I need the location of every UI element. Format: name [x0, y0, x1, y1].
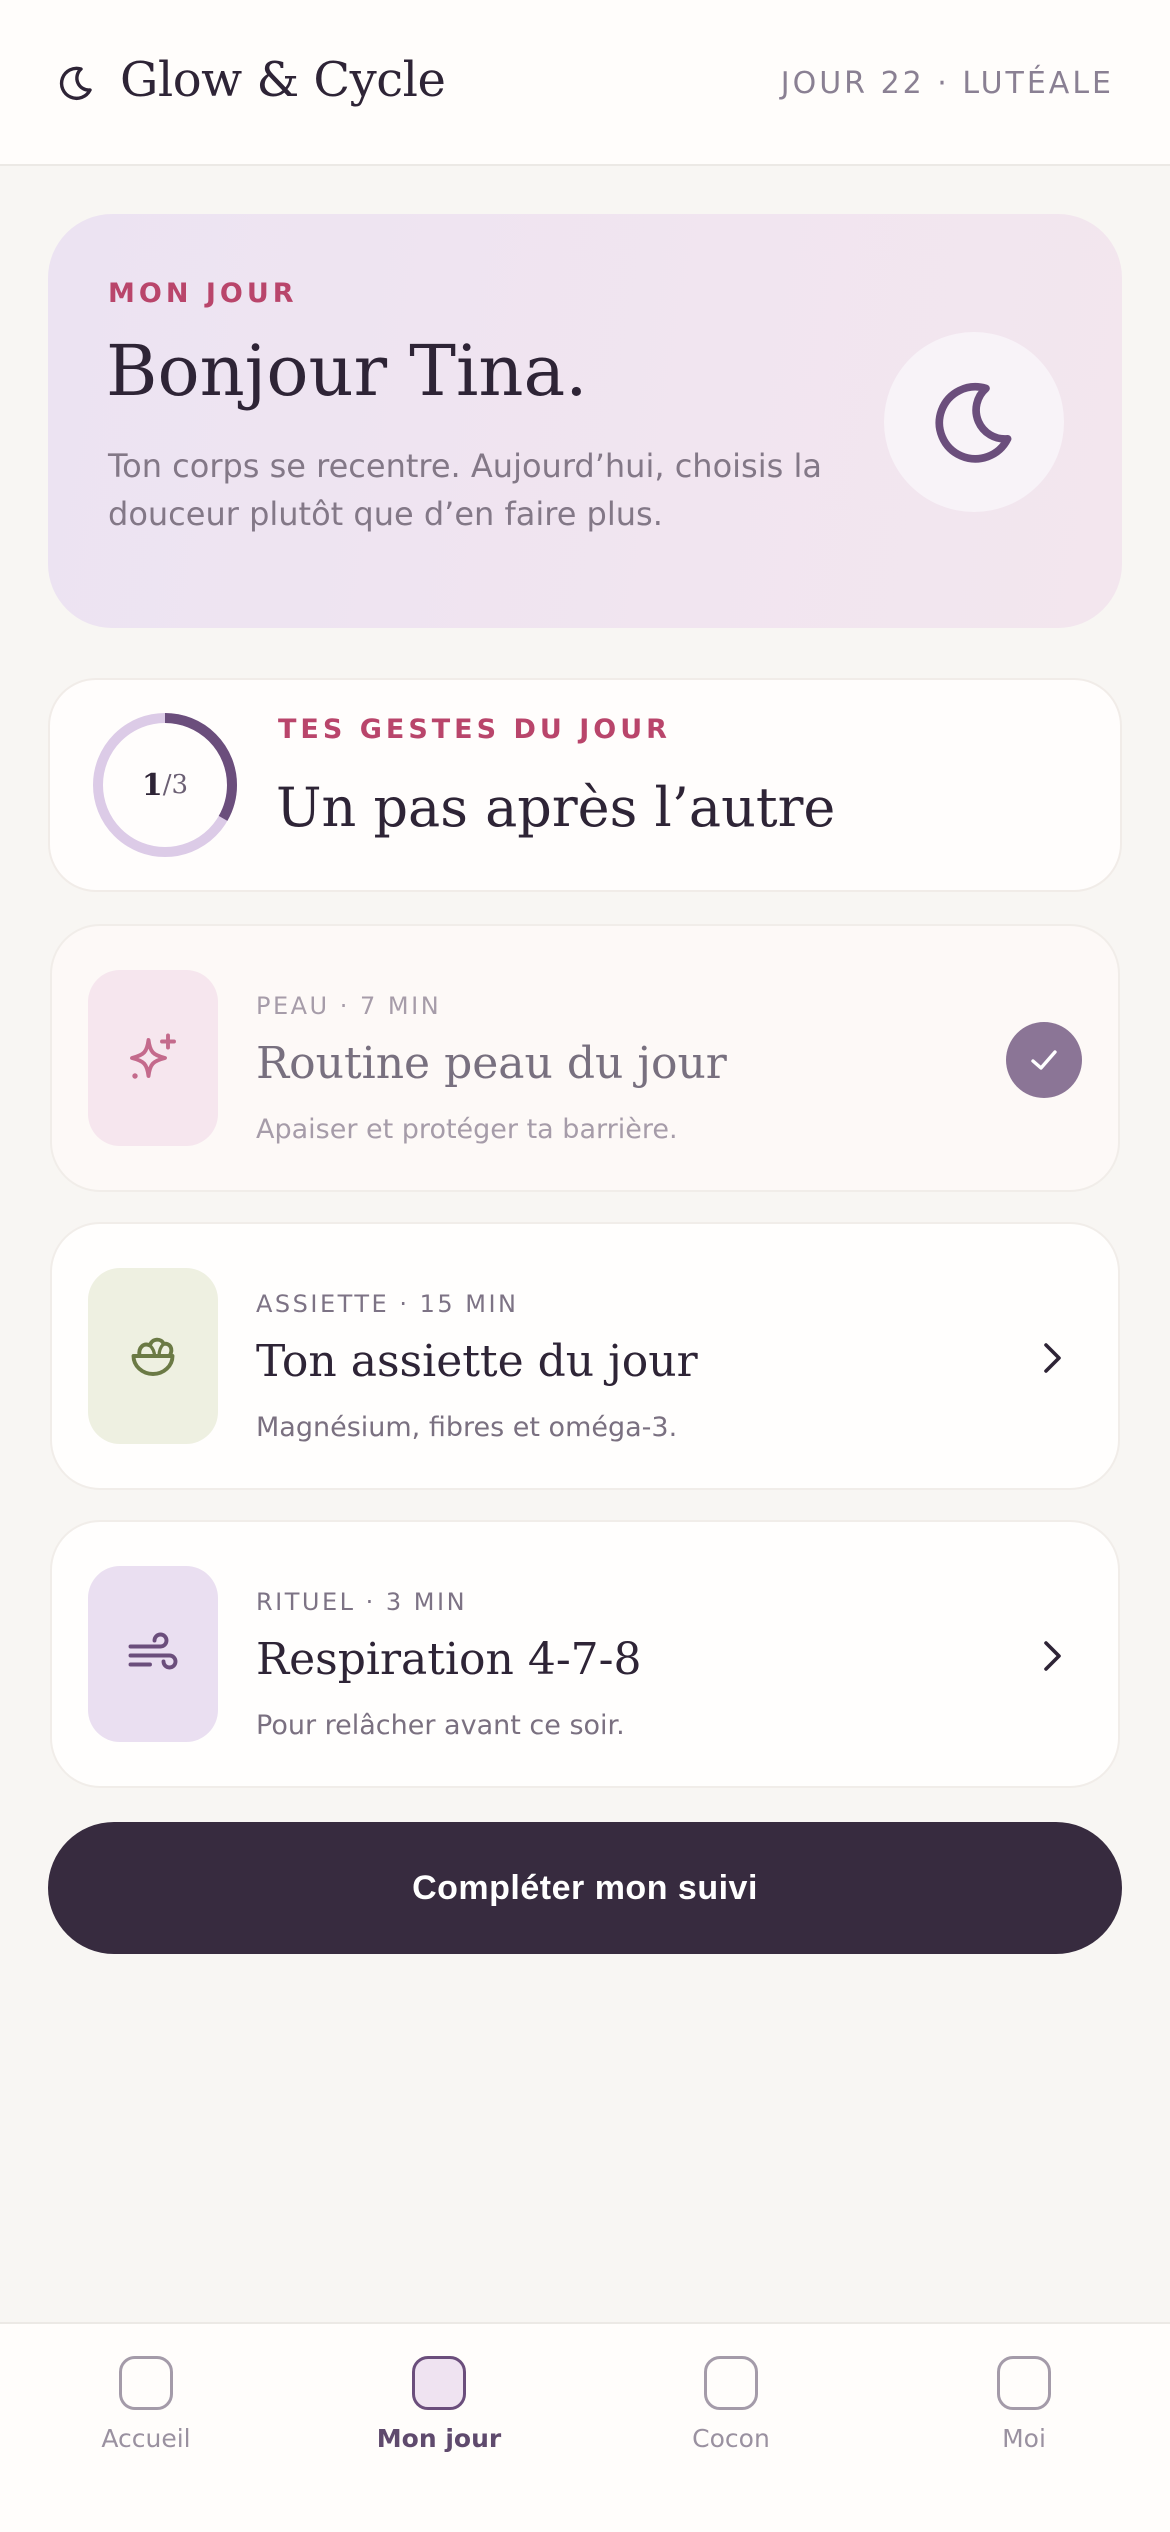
checkmark-icon	[1031, 1050, 1057, 1070]
progress-count: 1/3	[90, 710, 240, 860]
daily-progress-card: 1/3 TES GESTES DU JOUR Un pas après l’au…	[48, 678, 1122, 892]
task-title: Routine peau du jour	[256, 1038, 727, 1089]
task-meta: RITUEL · 3 MIN	[256, 1588, 468, 1616]
cocoon-tab-icon	[704, 2356, 758, 2410]
task-meta: PEAU · 7 MIN	[256, 992, 442, 1020]
wind-icon	[128, 1632, 178, 1670]
greeting-title: Bonjour Tina.	[106, 330, 588, 412]
nav-item-label: Accueil	[101, 2424, 191, 2453]
nav-item-accueil[interactable]: Accueil	[46, 2354, 246, 2494]
progress-completed: 1	[141, 767, 163, 803]
task-title: Ton assiette du jour	[256, 1336, 698, 1387]
task-card-breathing[interactable]: RITUEL · 3 MIN Respiration 4-7-8 Pour re…	[50, 1520, 1120, 1788]
crescent-moon-icon	[935, 382, 1012, 463]
task-meta: ASSIETTE · 15 MIN	[256, 1290, 519, 1318]
cycle-day-indicator: JOUR 22 · LUTÉALE	[780, 66, 1114, 101]
task-subtitle: Magnésium, fibres et oméga-3.	[256, 1412, 678, 1443]
my-day-tab-icon	[412, 2356, 466, 2410]
task-icon-box	[88, 970, 218, 1146]
crescent-moon-icon	[59, 66, 92, 100]
task-subtitle: Pour relâcher avant ce soir.	[256, 1710, 625, 1741]
progress-title: Un pas après l’autre	[276, 776, 836, 839]
nav-item-label: Mon jour	[376, 2424, 502, 2453]
task-icon-box	[88, 1268, 218, 1444]
sparkle-icon	[130, 1033, 176, 1079]
task-completed-checkmark[interactable]	[1006, 1022, 1082, 1098]
nav-item-label: Moi	[1002, 2424, 1046, 2453]
task-subtitle: Apaiser et protéger ta barrière.	[256, 1114, 678, 1145]
app-brand-name: Glow & Cycle	[120, 52, 446, 108]
task-icon-box	[88, 1566, 218, 1742]
task-card-skin[interactable]: PEAU · 7 MIN Routine peau du jour Apaise…	[50, 924, 1120, 1192]
nav-item-label: Cocon	[692, 2424, 770, 2453]
hero-moon-badge	[884, 332, 1064, 512]
bottom-navigation: Accueil Mon jour Cocon Moi	[0, 2322, 1170, 2532]
progress-total: /3	[162, 770, 189, 800]
nav-item-moi[interactable]: Moi	[924, 2354, 1124, 2494]
nav-item-cocon[interactable]: Cocon	[631, 2354, 831, 2494]
nav-item-mon-jour[interactable]: Mon jour	[339, 2354, 539, 2494]
chevron-right-icon[interactable]	[1032, 1636, 1072, 1676]
progress-overline: TES GESTES DU JOUR	[278, 714, 671, 745]
greeting-hero-card: MON JOUR Bonjour Tina. Ton corps se rece…	[48, 214, 1122, 628]
complete-tracking-button[interactable]: Compléter mon suivi	[48, 1822, 1122, 1954]
profile-tab-icon	[997, 2356, 1051, 2410]
home-tab-icon	[119, 2356, 173, 2410]
app-header: Glow & Cycle JOUR 22 · LUTÉALE	[0, 0, 1170, 166]
chevron-right-icon[interactable]	[1032, 1338, 1072, 1378]
salad-bowl-icon	[131, 1337, 175, 1376]
task-card-meal[interactable]: ASSIETTE · 15 MIN Ton assiette du jour M…	[50, 1222, 1120, 1490]
hero-overline: MON JOUR	[108, 278, 298, 309]
task-title: Respiration 4-7-8	[256, 1634, 642, 1685]
greeting-message: Ton corps se recentre. Aujourd’hui, choi…	[108, 447, 822, 533]
